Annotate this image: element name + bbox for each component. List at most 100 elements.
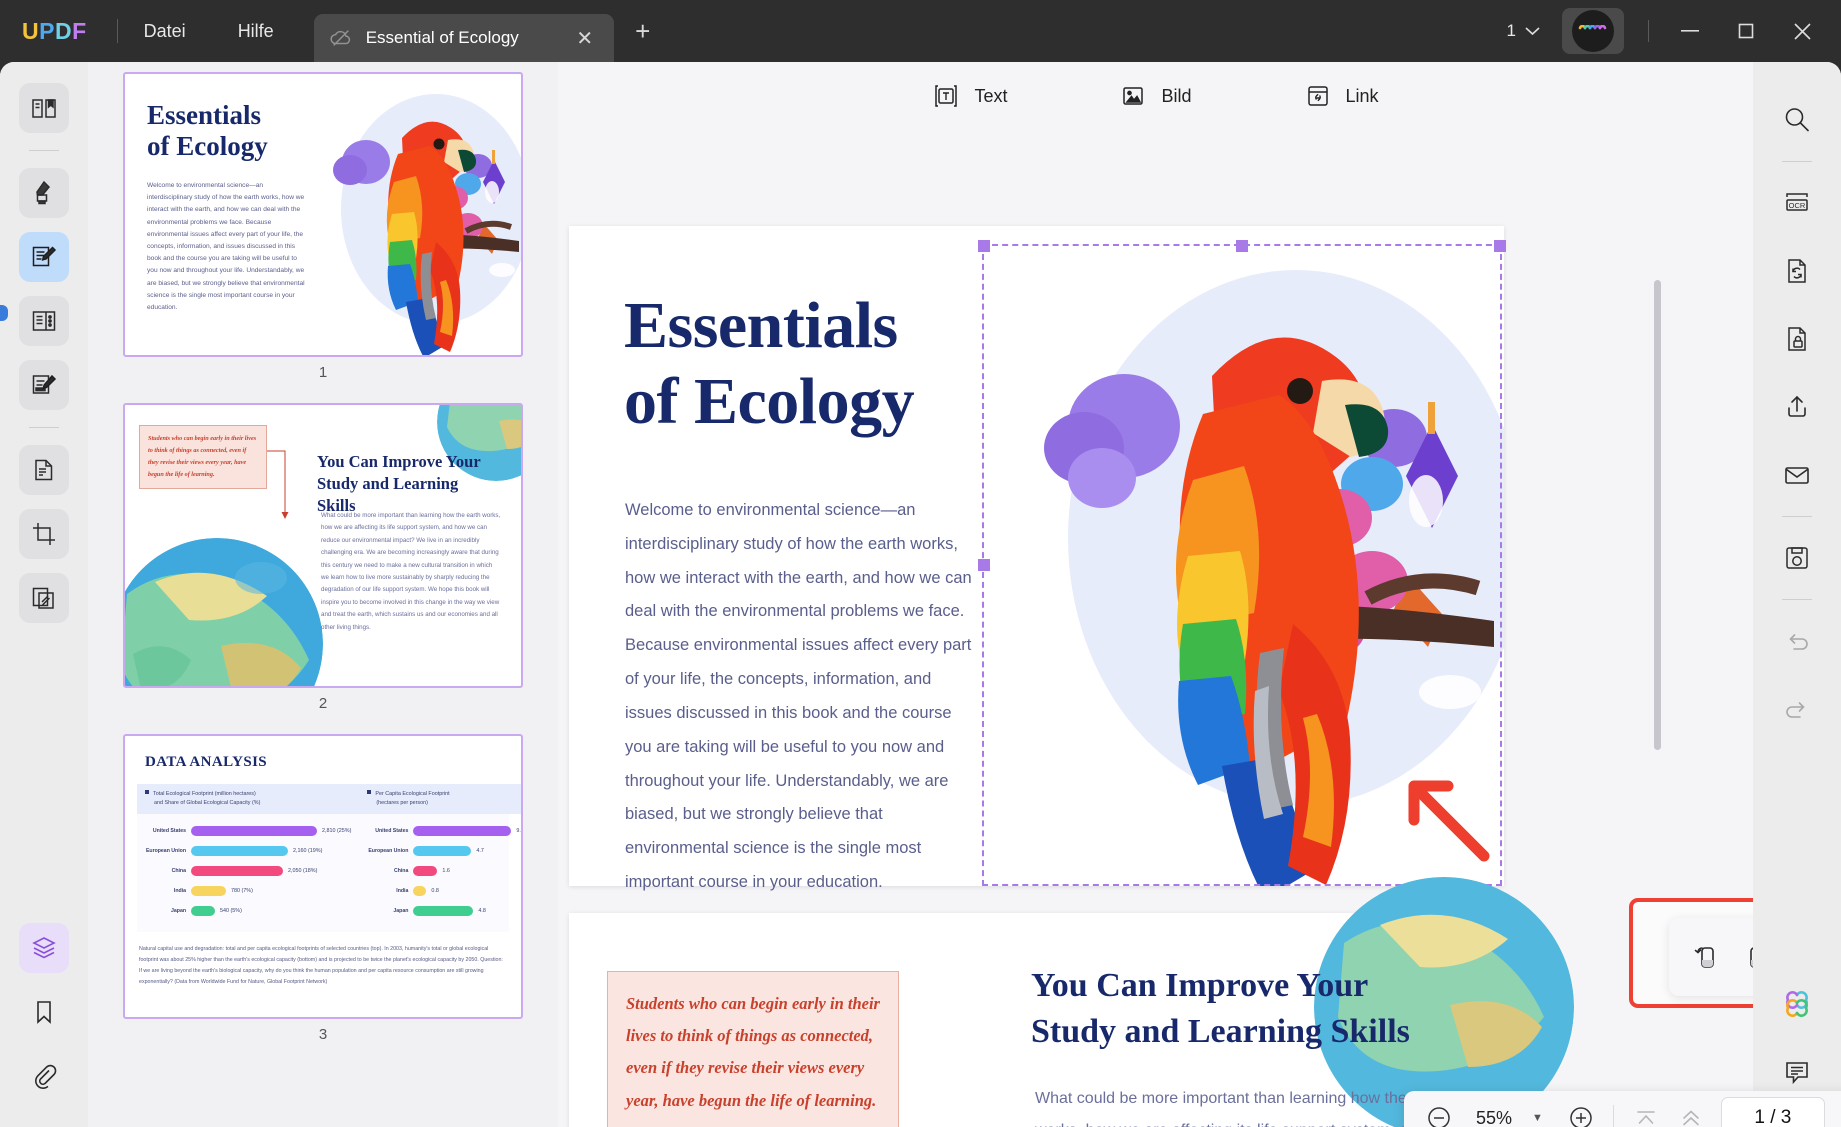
chart-row: Japan 540 (5%) xyxy=(171,905,242,916)
new-tab-button[interactable]: + xyxy=(626,14,660,48)
thumbnail-3-heading: DATA ANALYSIS xyxy=(145,754,268,770)
title-bar: U P D F Datei Hilfe Essential of Ecology… xyxy=(0,0,1841,62)
zoom-in-button[interactable] xyxy=(1560,1097,1602,1127)
document-page-2[interactable]: Students who can begin early in their li… xyxy=(569,877,1574,1127)
zoom-dropdown-icon[interactable]: ▼ xyxy=(1528,1112,1557,1124)
page-2-quote-box[interactable]: Students who can begin early in their li… xyxy=(607,971,899,1127)
image-icon xyxy=(1119,82,1147,110)
prev-page-button[interactable] xyxy=(1670,1097,1712,1127)
edit-tool-text[interactable]: Text xyxy=(922,76,1017,116)
macaw-parrot-illustration xyxy=(306,74,521,355)
document-canvas[interactable]: Essentials of Ecology Welcome to environ… xyxy=(558,130,1753,1127)
edit-tool-bild-label: Bild xyxy=(1161,85,1192,106)
chart-1-title: Total Ecological Footprint (million hect… xyxy=(137,784,360,814)
sidebar-item-crop[interactable] xyxy=(19,509,69,559)
page-indicator[interactable]: 1 / 3 xyxy=(1720,1097,1825,1127)
tool-search[interactable] xyxy=(1772,95,1822,145)
sidebar-item-bookmarks[interactable] xyxy=(19,987,69,1037)
page-indicator-value: 1 / 3 xyxy=(1754,1107,1792,1127)
avatar xyxy=(1572,10,1614,52)
tool-ocr[interactable]: OCR xyxy=(1772,178,1822,228)
thumbnail-page-1-preview[interactable]: Essentials of Ecology Welcome to environ… xyxy=(123,72,523,357)
active-tool-indicator xyxy=(0,305,8,321)
thumbnail-2-heading: You Can Improve Your Study and Learning … xyxy=(317,452,481,515)
logo-letter-u: U xyxy=(22,17,40,44)
titlebar-right-controls: 1 xyxy=(1497,6,1841,56)
close-button[interactable] xyxy=(1775,6,1829,56)
sidebar-item-attachments[interactable] xyxy=(19,1051,69,1101)
edit-tool-text-label: Text xyxy=(974,85,1008,106)
text-box-icon xyxy=(932,82,960,110)
tool-undo[interactable] xyxy=(1772,616,1822,666)
tool-redo[interactable] xyxy=(1772,684,1822,734)
zoom-out-button[interactable] xyxy=(1418,1097,1460,1127)
thumbnail-page-1[interactable]: Essentials of Ecology Welcome to environ… xyxy=(123,72,523,395)
page-navigation-bar: 55% ▼ 1 / 3 xyxy=(1404,1091,1841,1127)
page-1-body-text[interactable]: Welcome to environmental science—an inte… xyxy=(625,494,980,900)
tab-title: Essential of Ecology xyxy=(365,28,519,47)
window-controls-divider xyxy=(1648,20,1649,42)
menu-hilfe[interactable]: Hilfe xyxy=(212,0,300,62)
chart-2-rows: United States9.7 European Union4.7 China… xyxy=(359,814,521,921)
sidebar-item-annotate[interactable] xyxy=(19,168,69,218)
sidebar-item-layers[interactable] xyxy=(19,923,69,973)
thumbnail-3-caption: Natural capital use and degradation: tot… xyxy=(139,946,503,985)
tool-email[interactable] xyxy=(1772,450,1822,500)
rotate-left-button[interactable] xyxy=(1682,933,1730,981)
thumbnail-page-2-preview[interactable]: Students who can begin early in their li… xyxy=(123,403,523,688)
first-page-button[interactable] xyxy=(1625,1097,1667,1127)
link-icon xyxy=(1304,82,1332,110)
cloud-off-icon xyxy=(330,27,352,49)
chart-per-capita-footprint: Per Capita Ecological Footprint (hectare… xyxy=(359,784,521,932)
maximize-button[interactable] xyxy=(1719,6,1773,56)
menu-datei[interactable]: Datei xyxy=(118,0,212,62)
document-tab[interactable]: Essential of Ecology ✕ xyxy=(313,14,614,62)
legend-square-icon xyxy=(145,790,149,794)
main-document-view: Text Bild Link Essentials of Ecology Wel… xyxy=(558,62,1841,1127)
thumbnail-2-arrow-connector xyxy=(267,449,291,525)
sidebar-item-edit-pdf[interactable] xyxy=(19,232,69,282)
sidebar-item-organize[interactable] xyxy=(19,296,69,346)
app-frame: Essentials of Ecology Welcome to environ… xyxy=(0,62,1841,1127)
chart-row: European Union 2,160 (19%) xyxy=(145,845,323,856)
canvas-scrollbar[interactable] xyxy=(1654,280,1661,750)
thumbnail-page-3[interactable]: DATA ANALYSIS Total Ecological Footprint… xyxy=(123,734,523,1057)
rail-separator-2 xyxy=(29,427,59,428)
zoom-level-value[interactable]: 55% xyxy=(1463,1108,1525,1127)
thumbnail-1-title: Essentials of Ecology xyxy=(147,100,268,162)
sidebar-item-batch[interactable] xyxy=(19,573,69,623)
chart-1-rows: United States 2,810 (25%) European Union 2… xyxy=(137,814,359,921)
updf-logo: U P D F xyxy=(22,18,87,45)
tool-ai-assistant[interactable] xyxy=(1772,979,1822,1029)
account-button[interactable] xyxy=(1562,8,1624,54)
tool-protect[interactable] xyxy=(1772,314,1822,364)
edit-tool-link[interactable]: Link xyxy=(1294,76,1389,116)
thumbnail-page-3-preview[interactable]: DATA ANALYSIS Total Ecological Footprint… xyxy=(123,734,523,1019)
next-page-button[interactable] xyxy=(1834,1097,1841,1127)
window-switcher[interactable]: 1 xyxy=(1497,21,1550,41)
edit-tool-bild[interactable]: Bild xyxy=(1109,76,1201,116)
data-analysis-charts: Total Ecological Footprint (million hect… xyxy=(137,784,521,932)
tool-share[interactable] xyxy=(1772,382,1822,432)
thumbnail-page-2[interactable]: Students who can begin early in their li… xyxy=(123,403,523,726)
navbar-divider-1 xyxy=(1612,1105,1614,1127)
edit-tool-link-label: Link xyxy=(1345,85,1379,106)
sidebar-item-form[interactable] xyxy=(19,360,69,410)
tool-convert[interactable] xyxy=(1772,246,1822,296)
logo-letter-d: D xyxy=(54,17,73,44)
minimize-button[interactable] xyxy=(1663,6,1717,56)
page-2-heading[interactable]: You Can Improve Your Study and Learning … xyxy=(1031,963,1431,1055)
tool-snapshot[interactable] xyxy=(1772,533,1822,583)
chart-row: India 0.8 xyxy=(396,885,439,896)
sidebar-item-convert[interactable] xyxy=(19,445,69,495)
macaw-parrot-image[interactable] xyxy=(984,226,1504,886)
tab-close-button[interactable]: ✕ xyxy=(572,25,598,51)
thumbnail-panel[interactable]: Essentials of Ecology Welcome to environ… xyxy=(88,62,558,1127)
right-rail-separator-3 xyxy=(1782,599,1812,600)
tool-comments[interactable] xyxy=(1772,1047,1822,1097)
page-2-body-text[interactable]: What could be more important than learni… xyxy=(1035,1083,1455,1127)
sidebar-item-reader[interactable] xyxy=(19,83,69,133)
right-toolbar-rail: OCR xyxy=(1753,62,1841,1127)
document-page-1[interactable]: Essentials of Ecology Welcome to environ… xyxy=(569,226,1506,891)
thumbnail-2-globe xyxy=(125,538,323,686)
